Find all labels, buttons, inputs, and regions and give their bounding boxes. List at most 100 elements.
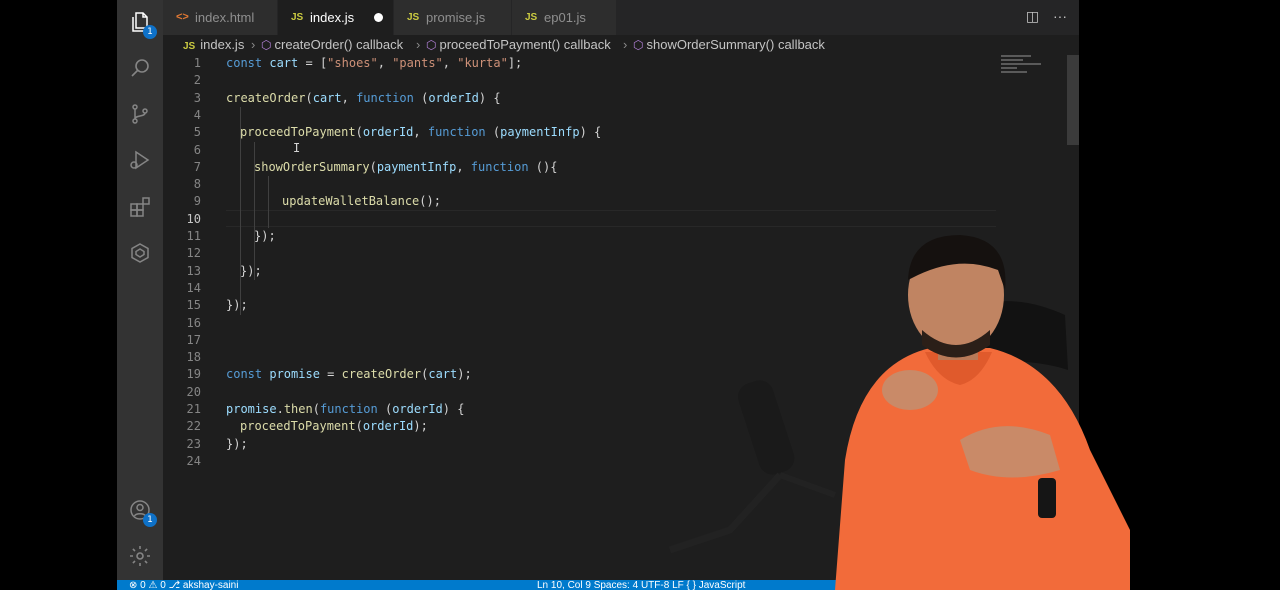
tab-label: index.js (310, 10, 355, 25)
token: cart (269, 56, 299, 70)
explorer-icon[interactable]: 1 (128, 10, 157, 39)
activity-bar: 1 1 (117, 0, 163, 580)
tab-index-js[interactable]: JS index.js (278, 0, 394, 35)
token: showOrderSummary (254, 159, 370, 174)
code-line: 1 const cart = ["shoes", "pants", "kurta"… (163, 55, 1003, 72)
line-number: 14 (186, 280, 201, 295)
split-editor-icon[interactable]: ◫ (1026, 8, 1039, 25)
token: . (276, 402, 284, 416)
js-file-icon: JS (291, 12, 304, 23)
line-number: 21 (186, 402, 201, 416)
line-number: 4 (193, 107, 201, 122)
remote-explorer-icon[interactable] (128, 241, 152, 265)
breadcrumb-symbol-label: createOrder() callback (274, 37, 404, 52)
vertical-scrollbar[interactable] (1067, 55, 1079, 145)
accounts-badge: 1 (143, 513, 157, 527)
accounts-icon[interactable]: 1 (128, 498, 157, 527)
line-number: 10 (186, 211, 201, 226)
microphone (668, 380, 837, 554)
token: ) { (442, 402, 465, 416)
token: , (341, 90, 357, 105)
extensions-icon[interactable] (128, 195, 152, 219)
line-number: 12 (186, 246, 201, 261)
token: function (470, 159, 529, 174)
token: createOrder (226, 90, 306, 105)
token: (); (419, 194, 441, 209)
breadcrumb-symbol-create-order[interactable]: ⬡ createOrder() callback (261, 35, 403, 55)
minimap[interactable] (1001, 55, 1065, 95)
breadcrumb-symbol-show-order-summary[interactable]: ⬡ showOrderSummary() callback (633, 35, 825, 55)
breadcrumb-symbol-label: showOrderSummary() callback (646, 37, 825, 52)
search-icon[interactable] (128, 56, 152, 80)
html-file-icon: <> (176, 11, 189, 23)
tab-label: index.html (195, 10, 255, 25)
more-actions-icon[interactable]: ··· (1053, 8, 1067, 24)
line-number: 23 (186, 436, 201, 451)
breadcrumb: JS index.js › ⬡ createOrder() callback › ⬡… (163, 35, 1079, 55)
line-number: 9 (193, 194, 201, 209)
tab-label: ep01.js (544, 10, 586, 25)
chevron-right-icon: › (623, 37, 628, 52)
token: = [ (298, 56, 328, 70)
token: }); (240, 263, 262, 278)
token: paymentInfp (376, 159, 457, 174)
tab-ep01-js[interactable]: JS ep01.js (512, 0, 617, 35)
code-line: 8 (163, 176, 1003, 193)
line-number: 1 (193, 56, 201, 70)
tab-index-html[interactable]: <> index.html (163, 0, 278, 35)
source-control-icon[interactable] (128, 102, 152, 126)
code-line: 6I (163, 140, 1003, 159)
token: orderId (362, 419, 414, 434)
gear-icon[interactable] (128, 544, 152, 568)
tab-promise-js[interactable]: JS promise.js (394, 0, 512, 35)
line-number: 3 (193, 90, 201, 105)
token: function (319, 402, 378, 416)
line-number: 17 (186, 332, 201, 347)
token: (){ (528, 159, 558, 174)
text-cursor-icon: I (293, 140, 301, 155)
status-left[interactable]: ⊗ 0 ⚠ 0 ⎇ akshay-saini (129, 580, 238, 590)
token: const (226, 56, 263, 70)
token: ) { (579, 125, 602, 140)
code-line: 7 showOrderSummary(paymentInfp, function … (163, 159, 1003, 176)
token: ( (355, 419, 363, 434)
line-number: 16 (186, 315, 201, 330)
token: , (442, 56, 458, 70)
breadcrumb-file[interactable]: JS index.js (183, 35, 244, 57)
unsaved-dot-icon[interactable] (374, 13, 383, 22)
editor-actions: ◫ ··· (1016, 8, 1067, 25)
line-number: 5 (193, 125, 201, 140)
method-icon: ⬡ (261, 38, 272, 52)
line-number: 24 (186, 453, 201, 468)
line-number: 7 (193, 159, 201, 174)
code-line: 9 updateWalletBalance(); (163, 193, 1003, 210)
chevron-right-icon: › (251, 37, 256, 52)
token: = (319, 367, 342, 382)
token: , (377, 56, 393, 70)
token: , (456, 159, 471, 174)
token: ( (312, 402, 320, 416)
token: proceedToPayment (240, 419, 356, 434)
line-number: 13 (186, 263, 201, 278)
js-file-icon: JS (525, 12, 538, 23)
token: ( (305, 90, 313, 105)
token: ( (355, 125, 363, 140)
token: "kurta" (457, 56, 508, 70)
breadcrumb-file-label: index.js (200, 37, 245, 52)
token: then (283, 402, 313, 416)
method-icon: ⬡ (633, 38, 644, 52)
tab-label: promise.js (426, 10, 486, 25)
line-number: 19 (186, 367, 201, 382)
token: proceedToPayment (240, 125, 356, 140)
code-line: 4 (163, 107, 1003, 124)
line-number: 11 (186, 229, 201, 243)
token: ]; (507, 56, 523, 70)
breadcrumb-symbol-proceed-to-payment[interactable]: ⬡ proceedToPayment() callback (426, 35, 611, 55)
token: ( (377, 402, 393, 416)
run-debug-icon[interactable] (128, 148, 152, 172)
token: promise (269, 367, 320, 382)
code-line: 5 proceedToPayment(orderId, function (pay… (163, 124, 1003, 141)
token: , (413, 125, 428, 140)
presenter-video (668, 235, 1130, 590)
line-number: 2 (193, 73, 201, 88)
